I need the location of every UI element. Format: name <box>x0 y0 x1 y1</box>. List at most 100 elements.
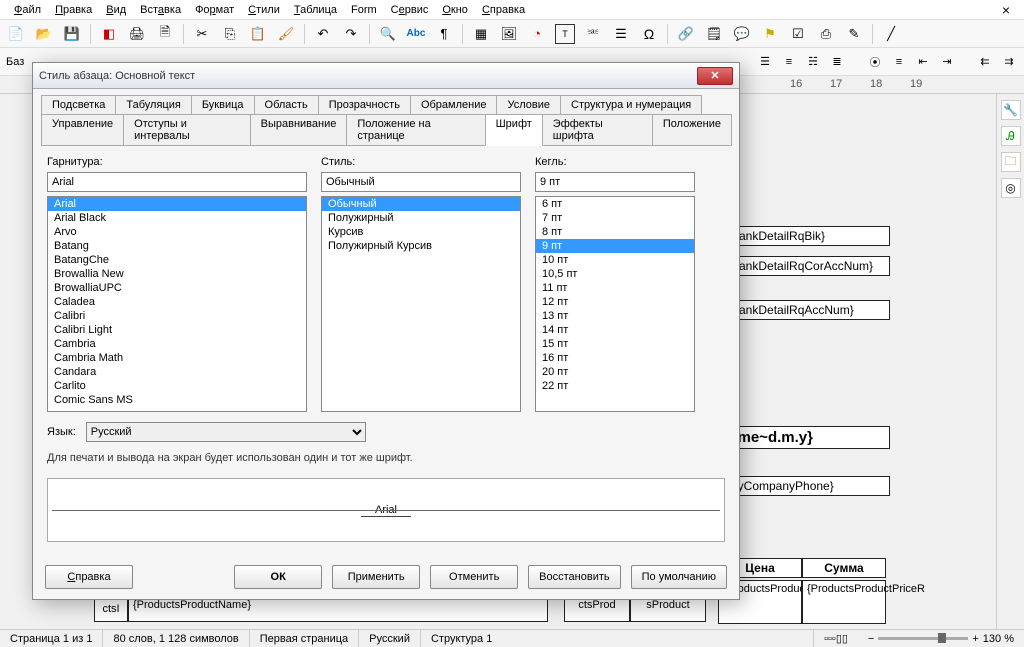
table-header[interactable]: Сумма <box>802 558 886 578</box>
family-input[interactable] <box>47 172 307 192</box>
list-item[interactable]: 14 пт <box>536 323 694 337</box>
menu-form[interactable]: Form <box>345 2 383 18</box>
list-item[interactable]: Arial <box>48 197 306 211</box>
menu-file[interactable]: Файл <box>8 2 47 18</box>
outdent-icon[interactable]: ⇤ <box>914 53 932 71</box>
table-cell[interactable]: {ProductsProductPriceR <box>802 580 886 624</box>
dialog-titlebar[interactable]: Стиль абзаца: Основной текст ✕ <box>33 63 739 89</box>
style-listbox[interactable]: Обычный Полужирный Курсив Полужирный Кур… <box>321 196 521 412</box>
tab-highlighting[interactable]: Подсветка <box>41 95 116 115</box>
list-item[interactable]: Cambria <box>48 337 306 351</box>
styles-panel-icon[interactable]: Ꭿ <box>1001 126 1021 146</box>
export-pdf-icon[interactable]: ◧ <box>99 24 119 44</box>
textbox-icon[interactable]: T <box>555 24 575 44</box>
status-page-style[interactable]: Первая страница <box>250 630 359 647</box>
list-item[interactable]: Batang <box>48 239 306 253</box>
list-item[interactable]: 7 пт <box>536 211 694 225</box>
menu-format[interactable]: Формат <box>189 2 240 18</box>
list-item[interactable]: Arvo <box>48 225 306 239</box>
undo-icon[interactable]: ↶ <box>313 24 333 44</box>
list-item[interactable]: 10,5 пт <box>536 267 694 281</box>
list-item[interactable]: 12 пт <box>536 295 694 309</box>
menu-help[interactable]: Справка <box>476 2 531 18</box>
list-item[interactable]: 22 пт <box>536 379 694 393</box>
list-item[interactable]: BrowalliaUPC <box>48 281 306 295</box>
list-item[interactable]: Calibri Light <box>48 323 306 337</box>
tab-area[interactable]: Область <box>254 95 319 115</box>
decrease-indent-icon[interactable]: ⇇ <box>976 53 994 71</box>
bullets-icon[interactable]: ⦿ <box>866 53 884 71</box>
indent-icon[interactable]: ⇥ <box>938 53 956 71</box>
doc-cell[interactable]: ...lyCompanyPhone} <box>720 476 890 496</box>
table-icon[interactable]: ▦ <box>471 24 491 44</box>
align-justify-icon[interactable]: ≣ <box>828 53 846 71</box>
family-listbox[interactable]: Arial Arial Black Arvo Batang BatangChe … <box>47 196 307 412</box>
nonprint-icon[interactable]: ¶ <box>434 24 454 44</box>
list-item[interactable]: Обычный <box>322 197 520 211</box>
comment-icon[interactable]: 💬 <box>732 24 752 44</box>
view-multi-icon[interactable]: ▫▫ <box>828 633 836 645</box>
list-item[interactable]: 8 пт <box>536 225 694 239</box>
size-listbox[interactable]: 6 пт 7 пт 8 пт 9 пт 10 пт 10,5 пт 11 пт … <box>535 196 695 412</box>
tab-indents[interactable]: Отступы и интервалы <box>123 114 250 146</box>
tab-fonteffects[interactable]: Эффекты шрифта <box>542 114 653 146</box>
ok-button[interactable]: ОК <box>234 565 322 589</box>
list-item[interactable]: Cambria Math <box>48 351 306 365</box>
find-icon[interactable]: 🔍 <box>378 24 398 44</box>
close-doc-icon[interactable]: × <box>996 2 1016 18</box>
list-item[interactable]: 16 пт <box>536 351 694 365</box>
cut-icon[interactable]: ✂ <box>192 24 212 44</box>
menu-insert[interactable]: Вставка <box>134 2 187 18</box>
status-page[interactable]: Страница 1 из 1 <box>0 630 103 647</box>
line-icon[interactable]: ╱ <box>881 24 901 44</box>
list-item[interactable]: Arial Black <box>48 211 306 225</box>
bookmark-icon[interactable]: ⚑ <box>760 24 780 44</box>
zoom-slider[interactable] <box>878 637 968 640</box>
print-icon[interactable]: 🖨 <box>127 24 147 44</box>
list-item[interactable]: 11 пт <box>536 281 694 295</box>
numbering-icon[interactable]: ≡ <box>890 53 908 71</box>
list-item[interactable]: 13 пт <box>536 309 694 323</box>
list-item[interactable]: Candara <box>48 365 306 379</box>
list-item[interactable]: Caladea <box>48 295 306 309</box>
menu-view[interactable]: Вид <box>100 2 132 18</box>
status-outline[interactable]: Структура 1 <box>421 630 814 647</box>
default-button[interactable]: По умолчанию <box>631 565 727 589</box>
menu-styles[interactable]: Стили <box>242 2 286 18</box>
open-icon[interactable]: 📂 <box>34 24 54 44</box>
size-input[interactable] <box>535 172 695 192</box>
paste-icon[interactable]: 📋 <box>248 24 268 44</box>
list-item[interactable]: Browallia New <box>48 267 306 281</box>
dialog-close-button[interactable]: ✕ <box>697 67 733 85</box>
edit-icon[interactable]: ✎ <box>844 24 864 44</box>
status-words[interactable]: 80 слов, 1 128 символов <box>103 630 249 647</box>
gallery-icon[interactable]: 🗀 <box>1001 152 1021 172</box>
menu-window[interactable]: Окно <box>436 2 474 18</box>
format-paint-icon[interactable]: 🖌 <box>276 24 296 44</box>
page-break-icon[interactable]: ⎃ <box>583 24 603 44</box>
list-item[interactable]: Курсив <box>322 225 520 239</box>
reset-button[interactable]: Восстановить <box>528 565 620 589</box>
field-icon[interactable]: ☰ <box>611 24 631 44</box>
list-item[interactable]: 10 пт <box>536 253 694 267</box>
language-select[interactable]: Русский <box>86 422 366 442</box>
doc-cell[interactable]: {...ankDetailRqAccNum} <box>720 300 890 320</box>
spellcheck-icon[interactable]: Abc <box>406 24 426 44</box>
special-char-icon[interactable]: Ω <box>639 24 659 44</box>
view-book-icon[interactable]: ▯▯ <box>836 632 848 645</box>
tab-textflow[interactable]: Положение на странице <box>346 114 485 146</box>
list-item[interactable]: Calibri <box>48 309 306 323</box>
hyperlink-icon[interactable]: 🔗 <box>676 24 696 44</box>
redo-icon[interactable]: ↷ <box>341 24 361 44</box>
align-right-icon[interactable]: ☵ <box>804 53 822 71</box>
list-item[interactable]: 6 пт <box>536 197 694 211</box>
zoom-value[interactable]: 130 % <box>983 633 1014 645</box>
tab-transparency[interactable]: Прозрачность <box>318 95 411 115</box>
cancel-button[interactable]: Отменить <box>430 565 518 589</box>
apply-button[interactable]: Применить <box>332 565 420 589</box>
tab-font[interactable]: Шрифт <box>485 114 543 146</box>
doc-cell[interactable]: {...ankDetailRqBik} <box>720 226 890 246</box>
list-item[interactable]: Comic Sans MS <box>48 393 306 407</box>
menu-edit[interactable]: Правка <box>49 2 98 18</box>
navigator-icon[interactable]: ◎ <box>1001 178 1021 198</box>
